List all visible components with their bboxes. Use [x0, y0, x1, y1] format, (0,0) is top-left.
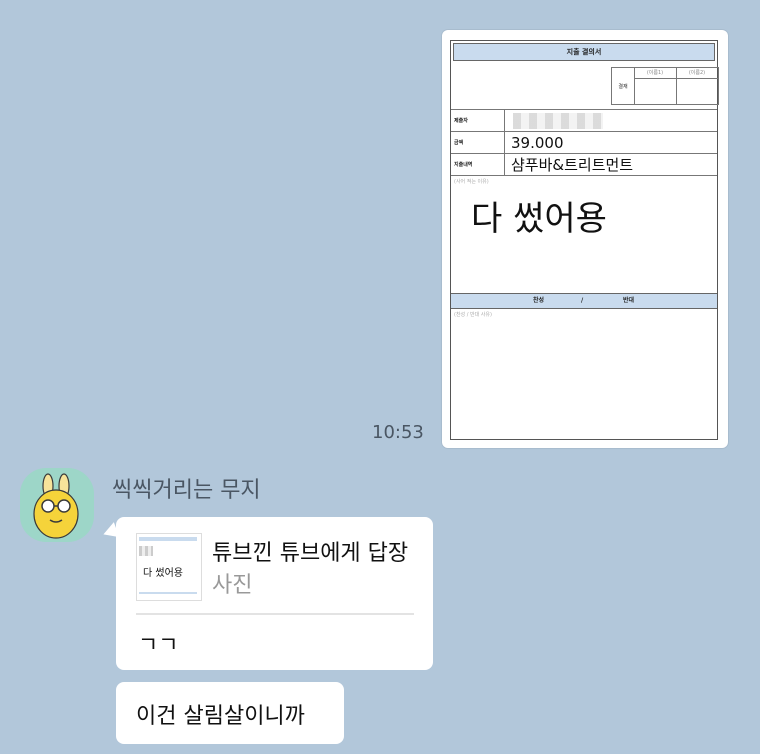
- muzi-character-icon: [33, 473, 79, 539]
- form-row-details: 지출내역 샴푸바&트리트먼트: [451, 153, 717, 176]
- avatar[interactable]: [20, 468, 94, 542]
- details-value: 샴푸바&트리트먼트: [511, 156, 634, 174]
- approval-label: 결재: [612, 68, 635, 104]
- sender-name: 씩씩거리는 무지: [112, 478, 261, 503]
- thumb-handwriting: 다 썼어용: [143, 568, 183, 579]
- reply-divider: [136, 613, 414, 615]
- message-text: ㄱㄱ: [138, 633, 179, 658]
- reply-photo-thumbnail: 다 썼어용: [136, 533, 202, 601]
- form-row-label: 지출내역: [451, 154, 505, 176]
- form-row-submitter: 제출자: [451, 109, 717, 132]
- blurred-name: [513, 113, 603, 129]
- vote-against-label: 반대: [623, 297, 635, 304]
- reason-hint: (사어 적는 이유): [454, 179, 489, 185]
- reply-subtitle: 사진: [212, 573, 253, 598]
- approval-box: 결재 (이름1) (이름2): [611, 67, 719, 105]
- vote-header: 찬성 / 반대: [451, 293, 717, 309]
- vote-for-label: 찬성: [533, 297, 545, 304]
- form-row-label: 제출자: [451, 110, 505, 132]
- vote-separator: /: [581, 297, 584, 304]
- handwritten-note: 다 썼어용: [471, 199, 607, 239]
- form-row-amount: 금액 39.000: [451, 131, 717, 154]
- reply-message-bubble[interactable]: 다 썼어용 튜브낀 튜브에게 답장 사진 ㄱㄱ: [116, 517, 433, 670]
- message-bubble[interactable]: 이건 살림살이니까: [116, 682, 344, 744]
- form-row-label: 금액: [451, 132, 505, 154]
- form-title: 지출 결의서: [453, 43, 715, 61]
- sent-photo-message[interactable]: 지출 결의서 결재 (이름1) (이름2) 제출자 금액 39.000 지출내역…: [442, 30, 728, 448]
- expense-form-image: 지출 결의서 결재 (이름1) (이름2) 제출자 금액 39.000 지출내역…: [450, 40, 719, 440]
- sent-time: 10:53: [372, 422, 424, 443]
- amount-value: 39.000: [511, 134, 564, 152]
- message-text: 이건 살림살이니까: [136, 704, 305, 729]
- approver1-label: (이름1): [634, 68, 676, 79]
- reply-title: 튜브낀 튜브에게 답장: [212, 541, 409, 566]
- vote-hint: (찬성 / 반대 사유): [454, 312, 492, 318]
- approver2-label: (이름2): [676, 68, 718, 79]
